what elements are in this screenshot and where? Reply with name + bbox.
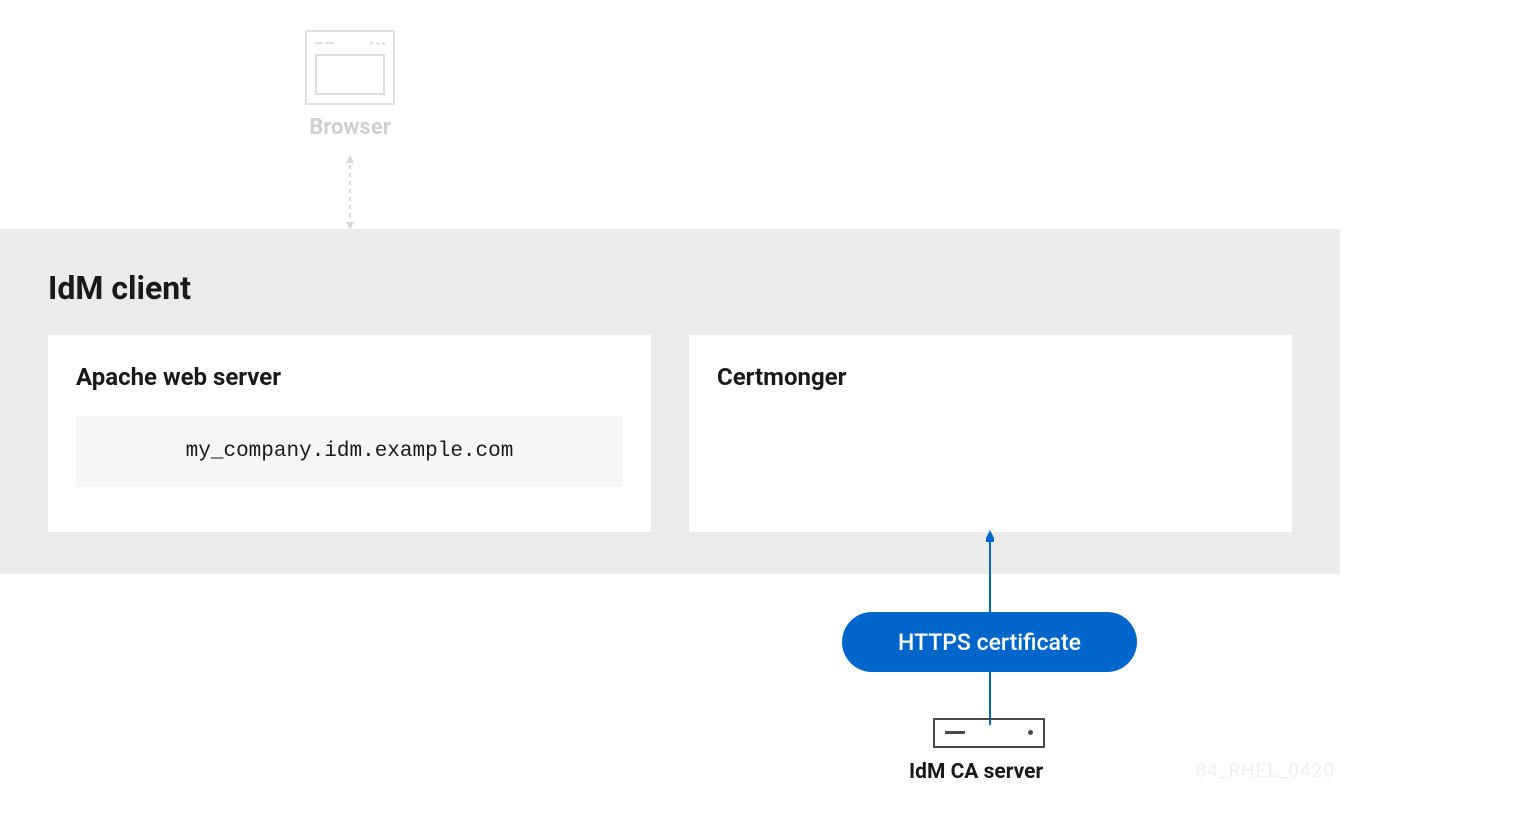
browser-node: Browser	[300, 30, 400, 140]
bidirectional-arrow-icon	[346, 155, 354, 230]
server-node: IdM CA server	[929, 718, 1049, 784]
browser-label: Browser	[300, 115, 400, 140]
panels-row: Apache web server my_company.idm.example…	[48, 335, 1292, 532]
browser-icon-topbar	[315, 38, 385, 48]
watermark-text: 84_RHEL_0420	[1195, 759, 1335, 782]
browser-icon	[305, 30, 395, 105]
apache-panel-title: Apache web server	[76, 363, 623, 391]
apache-panel: Apache web server my_company.idm.example…	[48, 335, 651, 532]
certificate-badge: HTTPS certificate	[842, 612, 1137, 672]
certmonger-panel: Certmonger	[689, 335, 1292, 532]
idm-client-container: IdM client Apache web server my_company.…	[0, 229, 1340, 574]
server-label: IdM CA server	[909, 760, 1029, 784]
certmonger-panel-title: Certmonger	[717, 363, 1264, 391]
idm-client-title: IdM client	[48, 269, 1292, 307]
hostname-box: my_company.idm.example.com	[76, 416, 623, 487]
server-icon	[933, 718, 1045, 748]
